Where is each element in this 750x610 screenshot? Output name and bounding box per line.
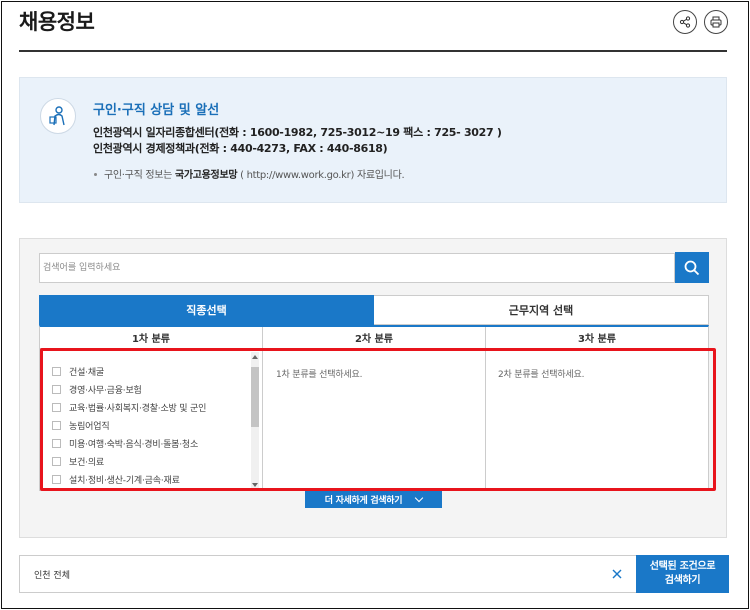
list-item[interactable]: 보건·의료 (52, 452, 206, 470)
apply-search-line1: 선택된 조건으로 (649, 561, 716, 572)
info-heading: 구인·구직 상담 및 알선 (93, 103, 220, 118)
list-item-label: 미용·여행·숙박·음식·경비·돌봄·청소 (69, 439, 199, 450)
close-icon[interactable] (609, 566, 625, 582)
person-consult-icon (40, 98, 76, 134)
print-button[interactable] (704, 10, 728, 34)
checkbox[interactable] (52, 366, 61, 376)
column-header-second: 2차 분류 (263, 327, 485, 349)
column-header-third: 3차 분류 (486, 327, 708, 349)
checkbox[interactable] (52, 438, 61, 448)
info-contact-department: 인천광역시 경제정책과(전화 : 440-4273, FAX : 440-861… (93, 142, 388, 155)
column-divider (485, 327, 486, 491)
search-panel: 직종선택 근무지역 선택 1차 분류 2차 분류 3차 분류 건설·채굴 경영·… (19, 238, 727, 538)
checkbox[interactable] (52, 384, 61, 394)
page-title: 채용정보 (19, 10, 95, 34)
info-note-source: 국가고용정보망 (174, 170, 238, 181)
column-divider (262, 327, 263, 491)
selected-condition: 인천 전체 (34, 571, 70, 581)
checkbox[interactable] (52, 402, 61, 412)
list-item-label: 보건·의료 (69, 457, 104, 468)
detail-search-label: 더 자세하게 검색하기 (324, 496, 403, 506)
info-box: 구인·구직 상담 및 알선 인천광역시 일자리종합센터(전화 : 1600-19… (19, 77, 727, 203)
category-table: 1차 분류 2차 분류 3차 분류 건설·채굴 경영·사무·금융·보험 교육·법… (39, 325, 709, 491)
list-item-label: 농림어업직 (69, 421, 110, 432)
detail-search-button[interactable]: 더 자세하게 검색하기 (305, 491, 442, 508)
search-icon (684, 260, 700, 275)
scroll-up-icon[interactable] (252, 355, 258, 359)
tab-work-region[interactable]: 근무지역 선택 (374, 295, 709, 325)
list-item[interactable]: 미용·여행·숙박·음식·경비·돌봄·청소 (52, 434, 206, 452)
list-item[interactable]: 설치·정비·생산-기계·금속·재료 (52, 470, 206, 488)
list-item-label: 설치·정비·생산-기계·금속·재료 (69, 475, 180, 486)
second-level-hint: 1차 분류를 선택하세요. (276, 370, 363, 380)
checkbox[interactable] (52, 456, 61, 466)
tab-job-type[interactable]: 직종선택 (39, 295, 374, 325)
column-header-first: 1차 분류 (40, 327, 262, 349)
list-item-label: 경영·사무·금융·보험 (69, 385, 142, 396)
first-level-list: 건설·채굴 경영·사무·금융·보험 교육·법률·사회복지·경찰·소방 및 군인 … (52, 362, 206, 488)
search-button[interactable] (675, 252, 709, 283)
info-note: 구인·구직 정보는 국가고용정보망 ( http://www.work.go.k… (93, 166, 405, 181)
chevron-down-icon (415, 493, 424, 502)
info-note-suffix: ( http://www.work.go.kr) 자료입니다. (237, 170, 405, 181)
apply-search-line2: 검색하기 (664, 575, 701, 586)
search-input[interactable] (39, 253, 675, 283)
bullet-icon (94, 172, 97, 176)
info-contact-center: 인천광역시 일자리종합센터(전화 : 1600-1982, 725-3012~1… (93, 126, 502, 139)
info-note-prefix: 구인·구직 정보는 (104, 170, 175, 181)
share-button[interactable] (673, 10, 697, 34)
checkbox[interactable] (52, 420, 61, 430)
printer-icon (710, 16, 722, 28)
third-level-hint: 2차 분류를 선택하세요. (498, 370, 585, 380)
list-item[interactable]: 농림어업직 (52, 416, 206, 434)
list-item-label: 교육·법률·사회복지·경찰·소방 및 군인 (69, 403, 207, 414)
list-scrollbar[interactable] (251, 352, 259, 490)
apply-search-button[interactable]: 선택된 조건으로 검색하기 (636, 555, 729, 593)
scroll-down-icon[interactable] (252, 483, 258, 487)
scroll-thumb[interactable] (251, 367, 259, 427)
share-icon (679, 16, 691, 28)
selected-conditions-bar: 인천 전체 선택된 조건으로 검색하기 (19, 555, 729, 593)
list-item-label: 건설·채굴 (69, 367, 104, 378)
list-item[interactable]: 경영·사무·금융·보험 (52, 380, 206, 398)
title-divider (19, 50, 727, 52)
list-item[interactable]: 교육·법률·사회복지·경찰·소방 및 군인 (52, 398, 206, 416)
checkbox[interactable] (52, 474, 61, 484)
list-item[interactable]: 건설·채굴 (52, 362, 206, 380)
